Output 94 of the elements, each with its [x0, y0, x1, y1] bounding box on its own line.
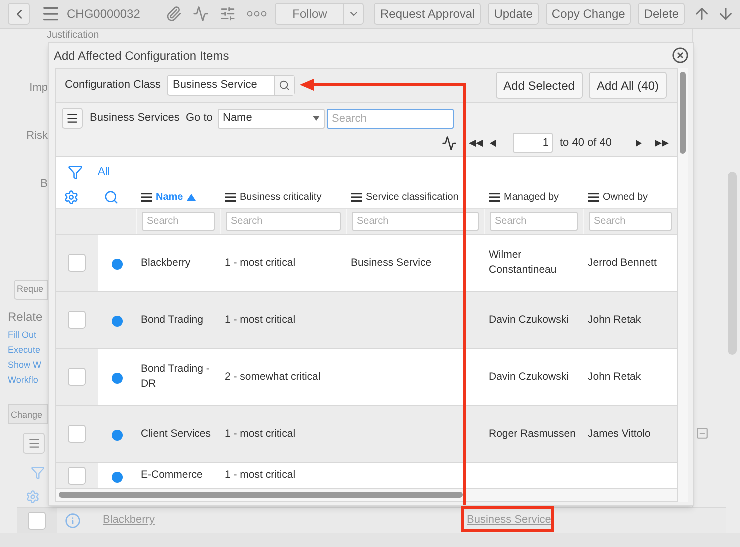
down-arrow-icon[interactable] — [717, 5, 735, 23]
toolbar-button[interactable]: Request Approval — [374, 3, 482, 25]
table-cell: 1 - most critical — [225, 426, 296, 442]
scrollbar-thumb[interactable] — [59, 492, 463, 498]
column-header[interactable]: Business criticality — [240, 190, 322, 206]
table-cell: Bond Trading — [141, 312, 204, 328]
dialog-scrollbar[interactable] — [678, 68, 688, 502]
column-search-field[interactable]: Search — [490, 212, 578, 231]
follow-split-button[interactable]: Follow — [275, 3, 364, 25]
column-search-field[interactable]: Search — [142, 212, 215, 231]
scrollbar-thumb[interactable] — [680, 72, 686, 154]
table-cell-text: Bond Trading - DR — [141, 362, 211, 392]
table-cell: Davin Czukowski — [489, 312, 569, 328]
field-label: B — [40, 177, 48, 192]
column-search-field[interactable]: Search — [352, 212, 479, 231]
table-cell: Blackberry — [141, 256, 191, 270]
collapse-icon[interactable] — [696, 427, 709, 440]
checkbox[interactable] — [68, 425, 86, 443]
back-button[interactable] — [8, 3, 30, 25]
settings-icon[interactable] — [64, 190, 79, 206]
filter-icon[interactable] — [68, 164, 83, 180]
close-icon[interactable] — [672, 47, 689, 64]
page-field[interactable]: 1 — [513, 133, 553, 153]
more-icon[interactable] — [247, 11, 268, 17]
column-header[interactable]: Name — [156, 190, 184, 206]
sliders-icon[interactable] — [220, 6, 236, 22]
activity-icon[interactable] — [442, 136, 457, 150]
class-field[interactable]: Business Service — [167, 75, 295, 96]
request-button[interactable]: Reque — [14, 280, 48, 300]
table-cell: James Vittolo — [588, 426, 651, 442]
filter-link[interactable]: All — [98, 164, 136, 181]
first-page-icon[interactable] — [469, 140, 483, 146]
list-title: Business Services — [90, 111, 181, 126]
table-cell: 1 - most critical — [225, 256, 296, 270]
related-heading: Relate — [8, 308, 43, 326]
lookup-button[interactable] — [274, 76, 294, 95]
toolbar-button[interactable]: Delete — [638, 3, 685, 25]
search-icon[interactable] — [104, 190, 119, 206]
column-search-field[interactable]: Search — [589, 212, 672, 231]
table-cell: E-Commerce — [141, 468, 203, 483]
related-list-tab[interactable]: Change — [8, 404, 48, 424]
last-page-icon[interactable] — [655, 140, 669, 146]
info-icon[interactable] — [65, 512, 81, 528]
column-menu-icon[interactable] — [141, 193, 152, 202]
table-cell: 1 - most critical — [225, 312, 296, 328]
scrollbar-thumb[interactable] — [728, 172, 737, 355]
column-header[interactable]: Owned by — [603, 190, 648, 206]
column-search-field[interactable]: Search — [226, 212, 341, 231]
dialog-button[interactable]: Add Selected — [496, 72, 583, 99]
field-label: Imp — [30, 81, 48, 96]
table-cell: Client Services — [141, 426, 212, 442]
table-cell: Jerrod Bennett — [588, 256, 657, 270]
checkbox[interactable] — [68, 254, 86, 272]
field-label: Configuration Class — [65, 78, 162, 94]
field-label: Risk — [26, 128, 48, 144]
table-cell: 2 - somewhat critical — [225, 370, 321, 384]
search-field[interactable]: Search — [327, 108, 454, 128]
sort-ascending-icon[interactable] — [187, 194, 196, 202]
search-icon — [279, 80, 290, 91]
checkbox[interactable] — [68, 368, 86, 386]
field-label: Justification — [47, 29, 100, 42]
page-total: to 40 of 40 — [560, 136, 612, 151]
goto-label: Go to — [186, 111, 214, 126]
dialog-title: Add Affected Configuration Items — [54, 48, 230, 64]
toolbar-button[interactable]: Update — [488, 3, 539, 25]
caret-icon — [313, 116, 320, 121]
table-cell-text: Wilmer Constantineau — [489, 248, 558, 278]
table-cell: Business Service — [351, 256, 432, 270]
goto-select[interactable]: Name — [218, 108, 325, 128]
table-cell: John Retak — [588, 312, 642, 328]
previous-page-icon[interactable] — [490, 140, 496, 146]
horizontal-scrollbar[interactable] — [56, 489, 677, 501]
checkbox[interactable] — [68, 466, 86, 484]
column-menu-icon[interactable] — [351, 193, 362, 202]
checkbox[interactable] — [28, 512, 46, 530]
table-cell: Davin Czukowski — [489, 370, 569, 384]
record-number: CHG0000032 — [67, 6, 140, 23]
column-header[interactable]: Service classification — [366, 190, 459, 206]
table-cell: 1 - most critical — [225, 468, 296, 483]
follow-button[interactable]: Follow — [276, 4, 344, 24]
table-cell: John Retak — [588, 370, 642, 384]
toolbar-button[interactable]: Copy Change — [546, 3, 632, 25]
list-menu-button[interactable] — [62, 108, 83, 129]
next-page-icon[interactable] — [636, 140, 642, 146]
column-menu-icon[interactable] — [588, 193, 599, 202]
menu-icon — [66, 112, 79, 125]
column-menu-icon[interactable] — [489, 193, 500, 202]
dialog-button[interactable]: Add All (40) — [588, 72, 667, 99]
column-menu-icon[interactable] — [225, 193, 236, 202]
table-cell: Roger Rasmussen — [489, 426, 576, 442]
paperclip-icon[interactable] — [166, 6, 182, 22]
checkbox[interactable] — [68, 311, 86, 329]
menu-icon — [28, 436, 40, 450]
column-header[interactable]: Managed by — [504, 190, 560, 206]
